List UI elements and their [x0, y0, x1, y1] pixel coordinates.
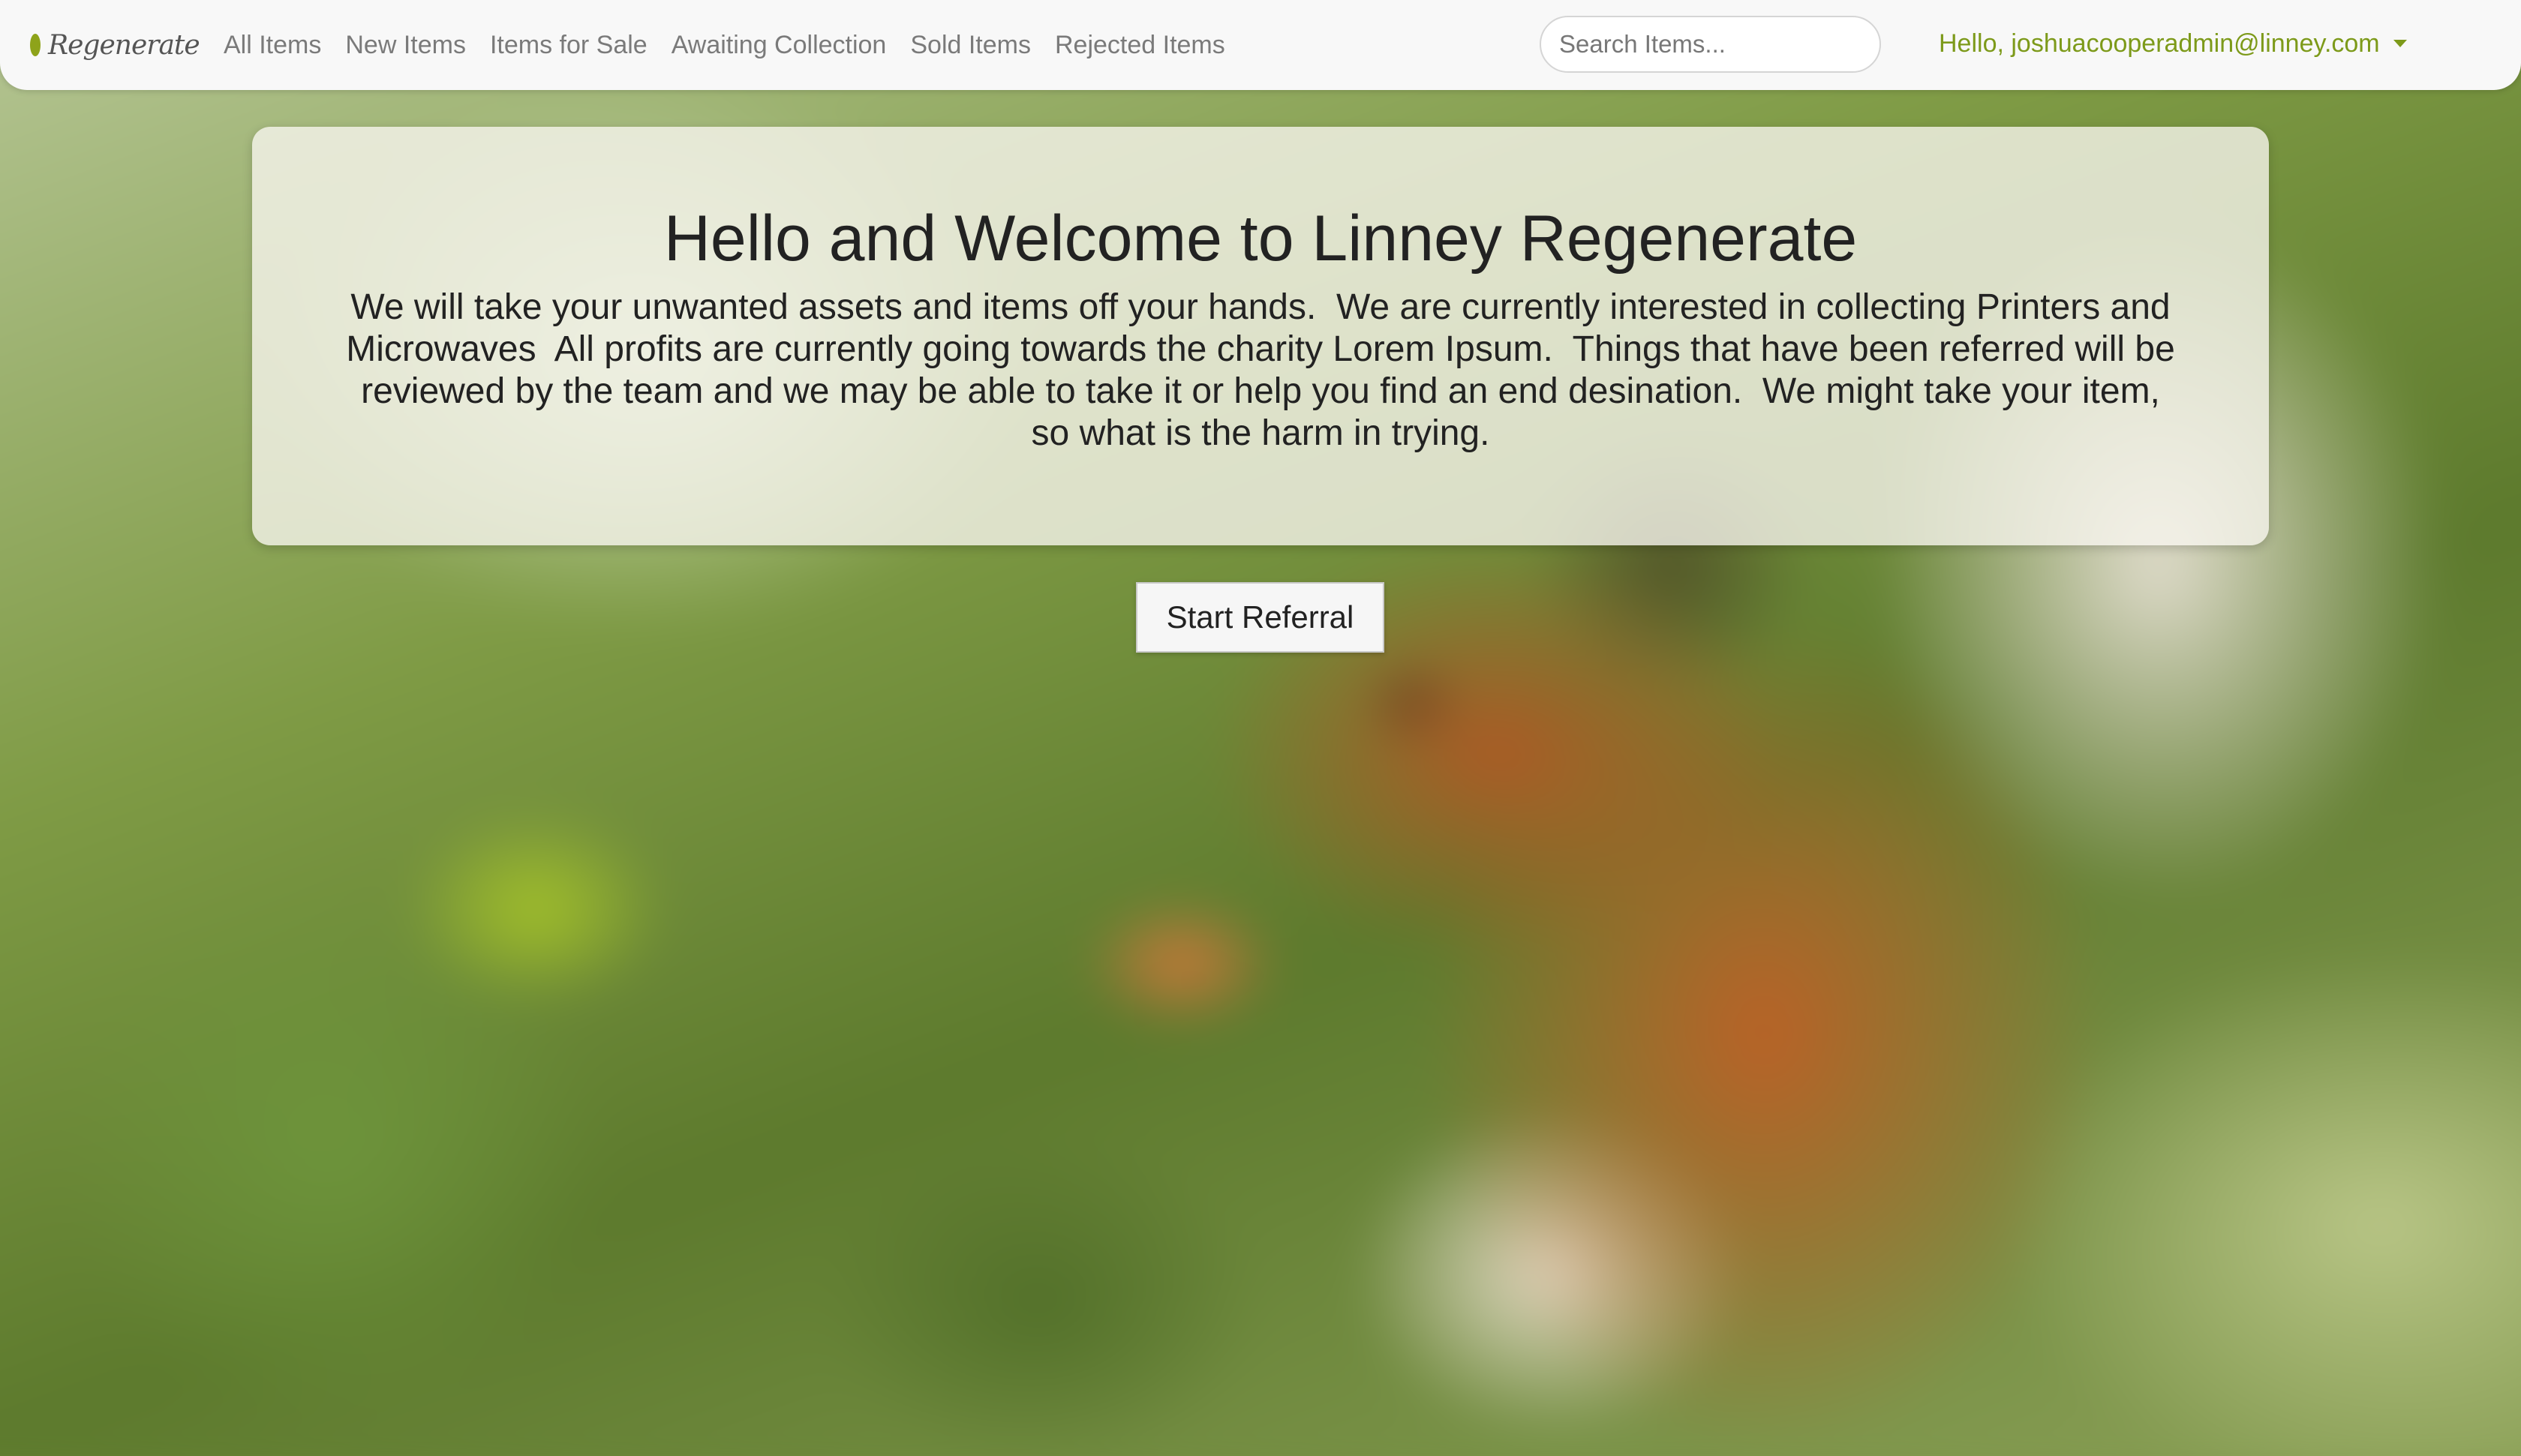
- logo-ring-icon: [30, 34, 41, 56]
- user-menu-dropdown[interactable]: Hello, joshuacooperadmin@linney.com: [1939, 0, 2407, 87]
- welcome-title: Hello and Welcome to Linney Regenerate: [663, 203, 1858, 275]
- nav-item-rejected-items[interactable]: Rejected Items: [1055, 31, 1225, 60]
- nav-item-items-for-sale[interactable]: Items for Sale: [490, 31, 648, 60]
- brand-logo[interactable]: Regenerate: [30, 19, 200, 71]
- page: Regenerate All Items New Items Items for…: [0, 0, 2521, 1456]
- user-greeting: Hello, joshuacooperadmin@linney.com: [1939, 29, 2380, 58]
- top-navbar: Regenerate All Items New Items Items for…: [0, 0, 2521, 90]
- nav-links: All Items New Items Items for Sale Await…: [224, 31, 1249, 60]
- welcome-panel: Hello and Welcome to Linney Regenerate W…: [252, 127, 2269, 545]
- nav-item-new-items[interactable]: New Items: [345, 31, 466, 60]
- logo-text: Regenerate: [48, 29, 200, 61]
- caret-down-icon: [2393, 40, 2407, 47]
- nav-item-sold-items[interactable]: Sold Items: [910, 31, 1031, 60]
- nav-item-all-items[interactable]: All Items: [224, 31, 321, 60]
- search-input[interactable]: [1540, 16, 1881, 73]
- welcome-body: We will take your unwanted assets and it…: [346, 287, 2186, 454]
- nav-item-awaiting-collection[interactable]: Awaiting Collection: [672, 31, 887, 60]
- start-referral-button[interactable]: Start Referral: [1136, 582, 1384, 653]
